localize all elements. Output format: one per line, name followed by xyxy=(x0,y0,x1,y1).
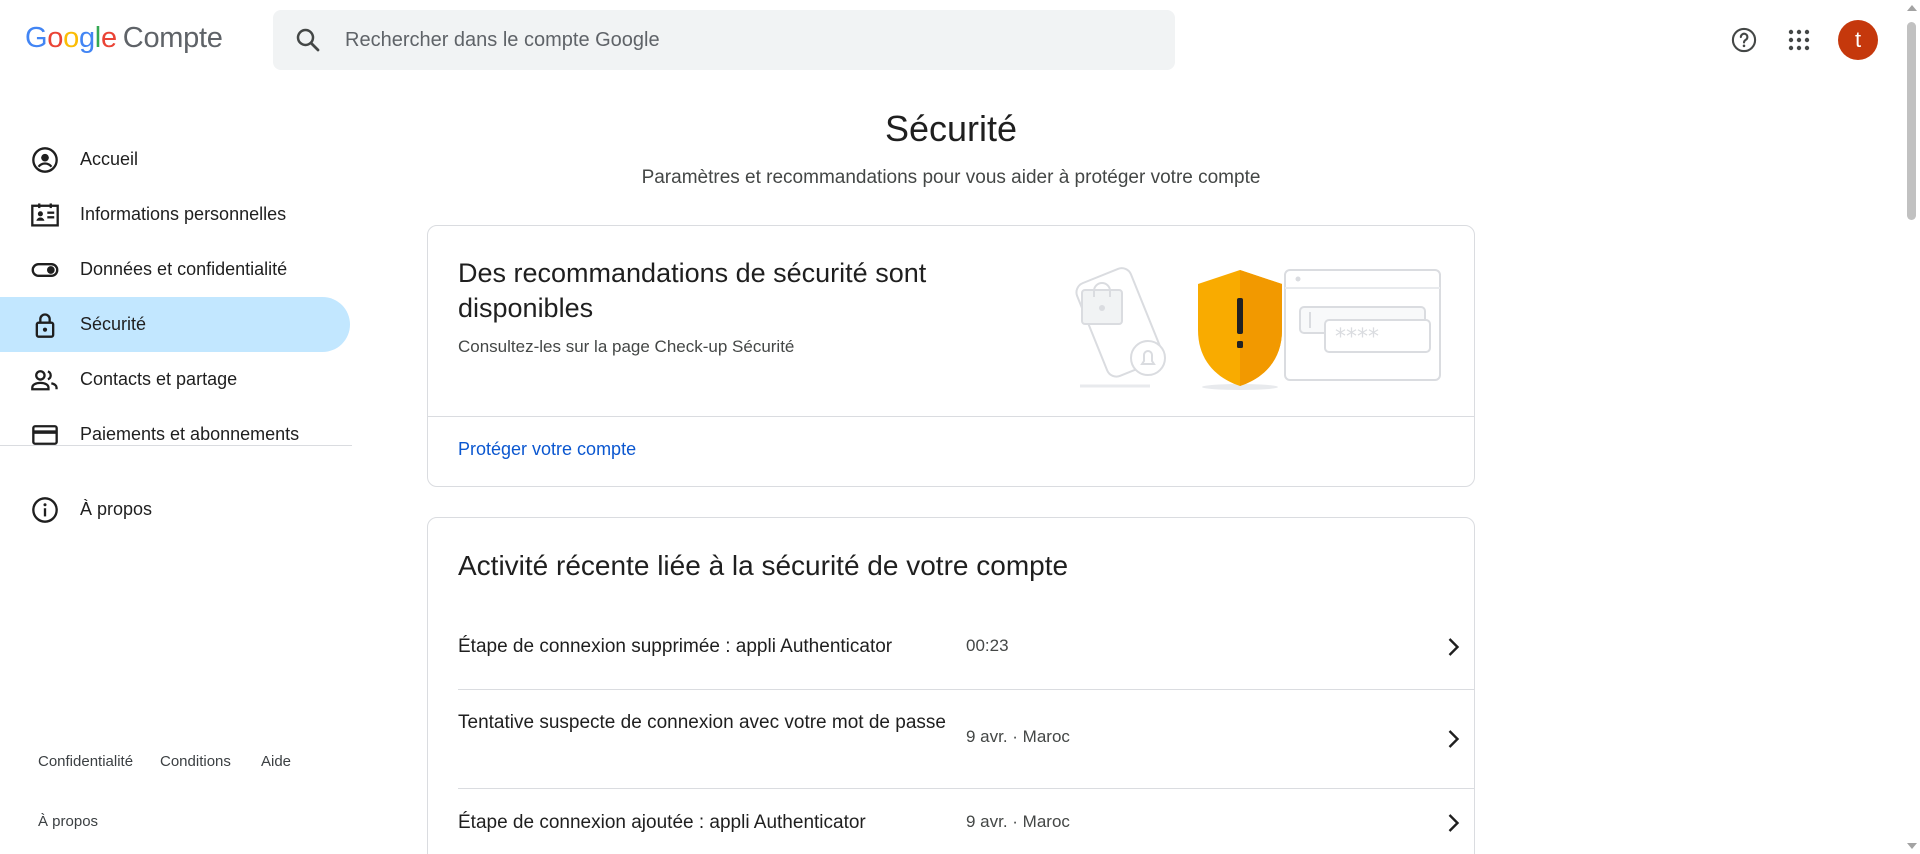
protect-account-link[interactable]: Protéger votre compte xyxy=(458,439,636,460)
sidebar-nav: Accueil Informations personnelles Donnée… xyxy=(0,80,352,854)
people-icon xyxy=(30,365,60,395)
toggle-icon xyxy=(30,255,60,285)
footer-about-link[interactable]: À propos xyxy=(38,813,98,830)
logo-letter: o xyxy=(63,22,79,54)
search-icon[interactable] xyxy=(293,25,323,55)
sidebar-item-paiements-abonnements[interactable]: Paiements et abonnements xyxy=(0,407,350,462)
page-subtitle: Paramètres et recommandations pour vous … xyxy=(641,167,1261,188)
activity-event: Étape de connexion ajoutée : appli Authe… xyxy=(458,812,866,833)
chevron-right-icon xyxy=(1448,814,1460,832)
search-input[interactable]: Rechercher dans le compte Google xyxy=(345,29,660,52)
chevron-right-icon xyxy=(1448,730,1460,748)
security-recommendations-card: Des recommandations de sécurité sont dis… xyxy=(427,225,1475,487)
sidebar-item-securite[interactable]: Sécurité xyxy=(0,297,350,352)
svg-text:****: **** xyxy=(1335,325,1379,350)
logo-letter: g xyxy=(78,22,95,54)
google-account-logo[interactable]: Google Compte xyxy=(25,22,223,55)
security-shield-illustration: **** xyxy=(1075,267,1441,390)
activity-event: Tentative suspecte de connexion avec vot… xyxy=(458,712,946,733)
activity-meta: 9 avr. · Maroc xyxy=(966,727,1070,746)
footer-terms-link[interactable]: Conditions xyxy=(160,753,231,770)
id-card-icon xyxy=(30,200,60,230)
logo-letter: o xyxy=(47,22,64,54)
help-icon[interactable] xyxy=(1729,25,1759,55)
scroll-up-arrow-icon[interactable] xyxy=(1907,5,1917,11)
lock-icon xyxy=(30,310,60,340)
page-scrollbar[interactable] xyxy=(1903,0,1920,854)
apps-grid-icon[interactable] xyxy=(1784,25,1814,55)
sidebar-item-label: Paiements et abonnements xyxy=(80,424,300,444)
info-icon xyxy=(30,495,60,525)
scroll-down-arrow-icon[interactable] xyxy=(1907,843,1917,849)
page-header: Sécurité xyxy=(427,108,1475,150)
logo-letter: e xyxy=(100,22,117,54)
sidebar-item-label: Accueil xyxy=(80,149,139,169)
activity-row[interactable]: Tentative suspecte de connexion avec vot… xyxy=(458,690,1474,789)
recent-activity-title: Activité récente liée à la sécurité de v… xyxy=(458,550,1069,581)
page-subtitle-wrap: Paramètres et recommandations pour vous … xyxy=(427,167,1475,189)
logo-letter: G xyxy=(25,22,48,54)
page-title: Sécurité xyxy=(884,108,1018,149)
logo-product-name: Compte xyxy=(122,22,223,54)
chevron-right-icon xyxy=(1448,638,1460,656)
sidebar-item-informations-personnelles[interactable]: Informations personnelles xyxy=(0,187,350,242)
sidebar-item-label: Données et confidentialité xyxy=(80,259,288,279)
activity-meta: 00:23 xyxy=(966,636,1009,655)
card-divider xyxy=(428,416,1474,417)
activity-row[interactable]: Étape de connexion supprimée : appli Aut… xyxy=(458,603,1474,690)
sidebar-item-a-propos[interactable]: À propos xyxy=(0,482,350,537)
sidebar-item-accueil[interactable]: Accueil xyxy=(0,132,350,187)
avatar[interactable]: t xyxy=(1838,20,1878,60)
footer-help-link[interactable]: Aide xyxy=(261,753,291,770)
sidebar-divider xyxy=(0,445,352,446)
footer-privacy-link[interactable]: Confidentialité xyxy=(38,753,133,770)
top-bar: Google Compte Rechercher dans le compte … xyxy=(0,0,1920,80)
sidebar-item-donnees-confidentialite[interactable]: Données et confidentialité xyxy=(0,242,350,297)
sidebar-item-contacts-partage[interactable]: Contacts et partage xyxy=(0,352,350,407)
account-circle-icon xyxy=(30,145,60,175)
sidebar-item-label: À propos xyxy=(80,499,153,519)
scrollbar-thumb[interactable] xyxy=(1907,22,1916,220)
activity-event: Étape de connexion supprimée : appli Aut… xyxy=(458,636,893,657)
sidebar-item-label: Sécurité xyxy=(80,314,147,334)
activity-meta: 9 avr. · Maroc xyxy=(966,812,1070,831)
sidebar-item-label: Contacts et partage xyxy=(80,369,238,389)
recent-activity-card: Activité récente liée à la sécurité de v… xyxy=(427,517,1475,854)
activity-row[interactable]: Étape de connexion ajoutée : appli Authe… xyxy=(458,789,1474,854)
recommendations-title: Des recommandations de sécurité sont dis… xyxy=(458,258,927,323)
search-bar[interactable]: Rechercher dans le compte Google xyxy=(273,10,1175,70)
recommendations-subtitle: Consultez-les sur la page Check-up Sécur… xyxy=(458,337,795,356)
sidebar-item-label: Informations personnelles xyxy=(80,204,287,224)
